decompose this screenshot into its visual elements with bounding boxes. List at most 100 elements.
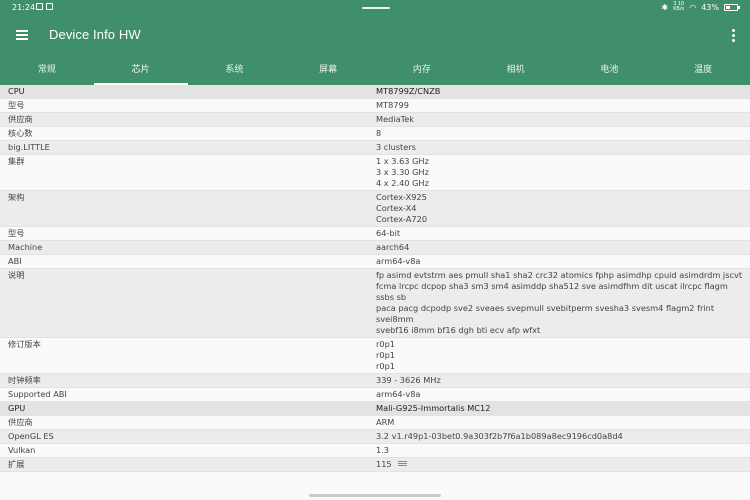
row-value: 339 - 3626 MHz	[376, 375, 750, 386]
info-row: ABI arm64-v8a	[0, 255, 750, 269]
info-row: 供应商 ARM	[0, 416, 750, 430]
row-value: MT8799	[376, 100, 750, 111]
row-key: 集群	[8, 156, 25, 166]
row-key: 供应商	[8, 114, 33, 124]
section-header-row: GPU Mali-G925-Immortalis MC12	[0, 402, 750, 416]
row-key: GPU	[8, 403, 26, 413]
tab-memory[interactable]: 内存	[375, 58, 469, 85]
row-value: ARM	[376, 417, 750, 428]
row-key: Vulkan	[8, 445, 36, 455]
net-speed: 3.10 KB/s	[673, 2, 684, 12]
row-value: 115	[376, 459, 750, 470]
row-key: 核心数	[8, 128, 33, 138]
net-speed-unit: KB/s	[673, 6, 685, 12]
row-key: OpenGL ES	[8, 431, 54, 441]
app-title: Device Info HW	[49, 27, 141, 42]
info-row: 型号 64-bit	[0, 227, 750, 241]
status-icons: ✱ 3.10 KB/s ◠ 43%	[661, 2, 740, 12]
tab-temperature[interactable]: 温度	[656, 58, 750, 85]
row-value-text: 339 - 3626 MHz	[376, 375, 441, 385]
row-value-text: 3.2 v1.r49p1-03bet0.9a303f2b7f6a1b089a8e…	[376, 431, 623, 441]
row-value-text: r0p1 r0p1 r0p1	[376, 339, 395, 371]
bluetooth-icon: ✱	[661, 2, 669, 12]
info-row: 时钟频率 339 - 3626 MHz	[0, 374, 750, 388]
battery-text: 43%	[701, 2, 719, 12]
row-key: Supported ABI	[8, 389, 67, 399]
row-key: 供应商	[8, 417, 33, 427]
info-row: Machine aarch64	[0, 241, 750, 255]
tab-general[interactable]: 常规	[0, 58, 94, 85]
row-key: 型号	[8, 100, 25, 110]
row-key: CPU	[8, 86, 25, 96]
info-row: 集群 1 x 3.63 GHz 3 x 3.30 GHz 4 x 2.40 GHz	[0, 155, 750, 191]
row-value: Cortex-X925 Cortex-X4 Cortex-A720	[376, 192, 750, 225]
row-value-text: Mali-G925-Immortalis MC12	[376, 403, 491, 413]
wifi-icon: ◠	[689, 2, 697, 12]
row-value-text: 115	[376, 459, 392, 469]
row-value-text: Cortex-X925 Cortex-X4 Cortex-A720	[376, 192, 428, 224]
row-key: Machine	[8, 242, 43, 252]
row-value-text: 3 clusters	[376, 142, 416, 152]
info-row: 型号 MT8799	[0, 99, 750, 113]
camera-notch	[362, 7, 390, 9]
row-key: 时钟频率	[8, 375, 41, 385]
status-bar: 21:24 ✱ 3.10 KB/s ◠ 43%	[0, 0, 750, 16]
row-value-text: arm64-v8a	[376, 256, 421, 266]
row-value: arm64-v8a	[376, 389, 750, 400]
row-key: ABI	[8, 256, 22, 266]
row-value-text: fp asimd evtstrm aes pmull sha1 sha2 crc…	[376, 270, 743, 335]
info-row: 说明 fp asimd evtstrm aes pmull sha1 sha2 c…	[0, 269, 750, 338]
info-row: 架构 Cortex-X925 Cortex-X4 Cortex-A720	[0, 191, 750, 227]
info-row: Vulkan 1.3	[0, 444, 750, 458]
tab-screen[interactable]: 屏幕	[281, 58, 375, 85]
row-value: 8	[376, 128, 750, 139]
info-row: 修订版本 r0p1 r0p1 r0p1	[0, 338, 750, 374]
row-value-text: 64-bit	[376, 228, 401, 238]
info-row: Supported ABI arm64-v8a	[0, 388, 750, 402]
row-value-text: MediaTek	[376, 114, 414, 124]
row-value: MT8799Z/CNZB	[376, 86, 750, 97]
toolbar: Device Info HW	[0, 22, 750, 52]
row-key: big.LITTLE	[8, 142, 50, 152]
info-row: big.LITTLE 3 clusters	[0, 141, 750, 155]
notification-icon	[46, 3, 53, 10]
tab-bar: 常规 芯片 系统 屏幕 内存 相机 电池 温度	[0, 58, 750, 85]
status-time: 21:24	[12, 3, 36, 12]
tab-chip[interactable]: 芯片	[93, 58, 188, 85]
row-key: 扩展	[8, 459, 25, 469]
tab-battery[interactable]: 电池	[563, 58, 657, 85]
row-value-text: ARM	[376, 417, 395, 427]
row-value-text: MT8799	[376, 100, 409, 110]
info-row: 扩展 115	[0, 458, 750, 472]
info-row: 供应商 MediaTek	[0, 113, 750, 127]
row-key: 型号	[8, 228, 25, 238]
tab-camera[interactable]: 相机	[469, 58, 563, 85]
row-key: 修订版本	[8, 339, 41, 349]
row-value: MediaTek	[376, 114, 750, 125]
info-row: OpenGL ES 3.2 v1.r49p1-03bet0.9a303f2b7f6…	[0, 430, 750, 444]
app-bar: 21:24 ✱ 3.10 KB/s ◠ 43% Device Info HW 常…	[0, 0, 750, 85]
row-value-text: 1 x 3.63 GHz 3 x 3.30 GHz 4 x 2.40 GHz	[376, 156, 429, 188]
row-value: 64-bit	[376, 228, 750, 239]
row-key: 说明	[8, 270, 25, 280]
list-icon[interactable]	[397, 461, 407, 468]
tab-system[interactable]: 系统	[188, 58, 282, 85]
info-row: 核心数 8	[0, 127, 750, 141]
row-key: 架构	[8, 192, 25, 202]
row-value: 3 clusters	[376, 142, 750, 153]
row-value: r0p1 r0p1 r0p1	[376, 339, 750, 372]
row-value: aarch64	[376, 242, 750, 253]
row-value: Mali-G925-Immortalis MC12	[376, 403, 750, 414]
gesture-nav-bar[interactable]	[309, 494, 441, 497]
notification-icon	[36, 3, 43, 10]
row-value: arm64-v8a	[376, 256, 750, 267]
row-value-text: MT8799Z/CNZB	[376, 86, 441, 96]
section-header-row: CPU MT8799Z/CNZB	[0, 85, 750, 99]
row-value-text: 1.3	[376, 445, 390, 455]
row-value: fp asimd evtstrm aes pmull sha1 sha2 crc…	[376, 270, 750, 336]
battery-icon	[724, 3, 740, 11]
more-options-icon[interactable]	[732, 29, 736, 43]
menu-icon[interactable]	[16, 30, 28, 40]
row-value: 1 x 3.63 GHz 3 x 3.30 GHz 4 x 2.40 GHz	[376, 156, 750, 189]
row-value: 1.3	[376, 445, 750, 456]
